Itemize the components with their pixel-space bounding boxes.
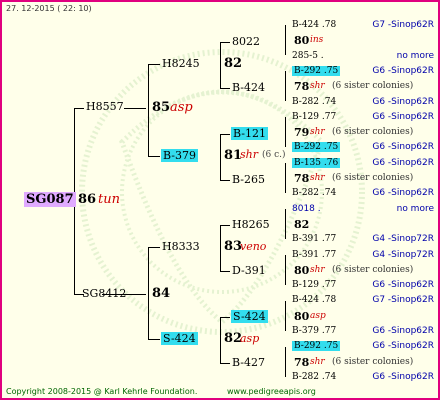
- gen4-num: 79: [294, 126, 310, 140]
- gen4-tag: G6 -Sinop62R: [372, 371, 434, 382]
- gen2-race-2: veno: [240, 240, 267, 253]
- gen4-tag: no more: [396, 50, 434, 61]
- gen4-tag: G6 -Sinop62R: [372, 96, 434, 107]
- gen4-id[interactable]: B-391 .77: [292, 234, 336, 244]
- gen3-id-6[interactable]: S-424: [231, 310, 268, 323]
- gen1-id-1[interactable]: SG8412: [82, 287, 126, 300]
- gen4-note: (6 sister colonies): [332, 173, 414, 183]
- gen4-id[interactable]: 8018 .: [292, 204, 321, 214]
- gen3-id-2[interactable]: B-121: [231, 127, 268, 140]
- gen3-id-1[interactable]: B-424: [232, 81, 265, 94]
- gen3-id-5[interactable]: D-391: [232, 264, 266, 277]
- gen3-id-0[interactable]: 8022: [232, 35, 260, 48]
- gen2-id-0[interactable]: H8245: [162, 57, 200, 70]
- gen1-race-0: asp: [170, 100, 193, 115]
- gen4-tag: G6 -Sinop62R: [372, 111, 434, 122]
- gen4-num: 80: [294, 309, 310, 323]
- gen4-race: shr: [310, 127, 325, 138]
- gen4-tag: G6 -Sinop62R: [372, 142, 434, 153]
- gen4-note: (6 sister colonies): [332, 356, 414, 367]
- gen4-race: shr: [310, 81, 325, 92]
- gen4-tag: G7 -Sinop62R: [372, 295, 434, 306]
- gen4-note: (6 sister colonies): [332, 264, 414, 275]
- gen4-num: 82: [294, 217, 310, 231]
- gen4-num: 78: [294, 80, 310, 94]
- gen4-race: shr: [310, 173, 325, 183]
- gen4-note: (6 sister colonies): [332, 81, 414, 92]
- gen2-race-1: shr: [240, 148, 258, 161]
- gen4-tag: no more: [396, 203, 434, 214]
- gen3-id-3[interactable]: B-265: [232, 173, 265, 186]
- gen4-num: 80: [294, 263, 310, 277]
- gen4-tag: G6 -Sinop62R: [372, 157, 434, 168]
- gen4-tag: G6 -Sinop62R: [372, 188, 434, 199]
- gen4-id[interactable]: B-292 .75: [292, 341, 341, 352]
- gen4-num: 80: [294, 34, 310, 48]
- gen2-num-0: 82: [224, 56, 243, 71]
- gen3-id-7[interactable]: B-427: [232, 356, 265, 369]
- gen4-id[interactable]: B-282 .74: [292, 188, 336, 198]
- gen4-tag: G6 -Sinop62R: [372, 341, 434, 352]
- gen4-id[interactable]: B-424 .78: [292, 295, 336, 305]
- print-date: 27. 12-2015 ( 22: 10): [6, 4, 92, 13]
- gen4-num: 78: [294, 355, 310, 369]
- gen4-note: (6 sister colonies): [332, 127, 414, 138]
- footer-url[interactable]: www.pedigreeapis.org: [227, 387, 316, 396]
- gen4-tag: G7 -Sinop62R: [372, 20, 434, 30]
- root-race: tun: [98, 192, 120, 207]
- gen4-tag: G4 -Sinop72R: [372, 249, 434, 260]
- gen2-id-3[interactable]: S-424: [161, 332, 198, 345]
- copyright: Copyright 2008-2015 @ Karl Kehrle Founda…: [6, 387, 198, 396]
- gen4-id[interactable]: B-129 .77: [292, 112, 336, 122]
- gen4-id[interactable]: B-292 .75: [292, 142, 341, 153]
- gen4-tag: G6 -Sinop62R: [372, 280, 434, 291]
- gen4-id[interactable]: B-135 .76: [292, 157, 341, 168]
- gen1-num-0: 85: [152, 100, 171, 115]
- gen4-id[interactable]: B-282 .74: [292, 97, 336, 107]
- gen4-race: shr: [310, 264, 325, 275]
- gen4-id[interactable]: B-379 .77: [292, 326, 336, 336]
- gen4-race: ins: [310, 35, 324, 46]
- root-num: 86: [78, 192, 97, 207]
- gen1-id-0[interactable]: H8557: [86, 100, 124, 113]
- gen4-id[interactable]: B-292 .75: [292, 65, 341, 76]
- gen4-tag: G4 -Sinop72R: [372, 234, 434, 245]
- gen4-tag: G6 -Sinop62R: [372, 326, 434, 336]
- gen2-race-3: asp: [240, 332, 260, 345]
- gen1-num-1: 84: [152, 286, 171, 301]
- gen4-num: 78: [294, 172, 310, 185]
- gen4-id[interactable]: B-424 .78: [292, 20, 336, 30]
- gen3-id-4[interactable]: H8265: [232, 218, 270, 231]
- gen4-id[interactable]: 285-5 .: [292, 51, 324, 61]
- gen4-race: asp: [310, 310, 326, 321]
- gen2-note-1: (6 c.): [262, 150, 286, 160]
- root-id[interactable]: SG087: [24, 192, 76, 207]
- gen2-id-1[interactable]: B-379: [161, 149, 198, 162]
- gen4-id[interactable]: B-282 .74: [292, 372, 336, 382]
- pedigree-chart: 27. 12-2015 ( 22: 10) SG087 86 tun H8557…: [0, 0, 440, 400]
- gen4-id[interactable]: B-129 .77: [292, 280, 336, 290]
- gen2-id-2[interactable]: H8333: [162, 240, 200, 253]
- gen4-id[interactable]: B-391 .77: [292, 250, 336, 260]
- gen4-race: shr: [310, 356, 325, 367]
- gen4-tag: G6 -Sinop62R: [372, 65, 434, 76]
